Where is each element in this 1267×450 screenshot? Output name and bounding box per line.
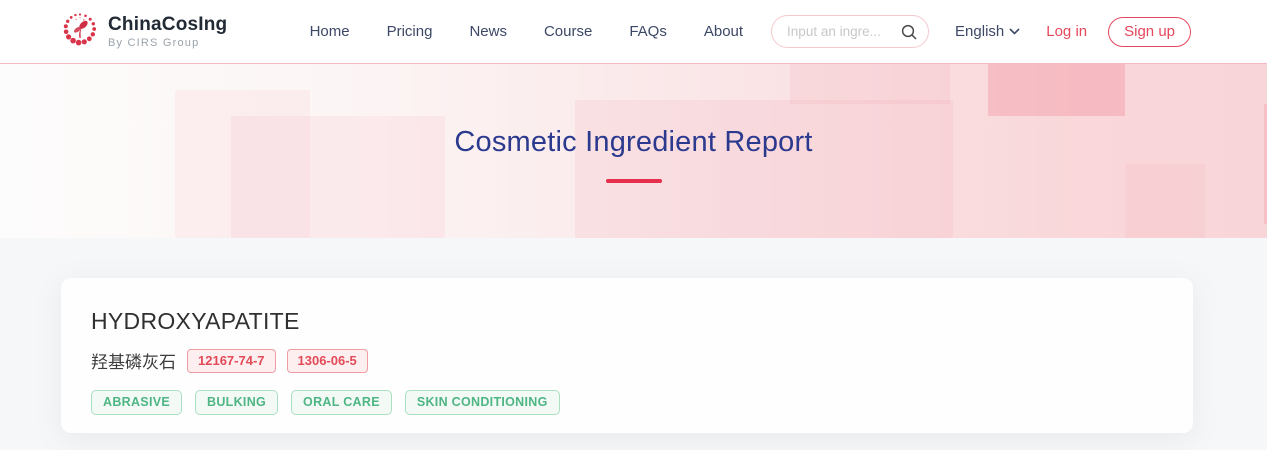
- ingredient-chinese-name: 羟基磷灰石: [91, 348, 176, 373]
- nav-item-pricing[interactable]: Pricing: [387, 23, 433, 40]
- function-tag-bulking[interactable]: BULKING: [195, 390, 278, 415]
- title-underline: [606, 179, 662, 183]
- page-title: Cosmetic Ingredient Report: [454, 126, 812, 159]
- chinacosing-logo-icon: [60, 9, 100, 55]
- logo-title: ChinaCosIng: [108, 14, 227, 36]
- signup-button[interactable]: Sign up: [1108, 17, 1191, 47]
- cas-number-badge[interactable]: 1306-06-5: [287, 349, 368, 373]
- ingredient-name: HYDROXYAPATITE: [91, 308, 1163, 335]
- logo[interactable]: ChinaCosIng By CIRS Group: [60, 9, 227, 55]
- function-tag-skin-conditioning[interactable]: SKIN CONDITIONING: [405, 390, 560, 415]
- logo-subtitle: By CIRS Group: [108, 37, 227, 49]
- function-tag-abrasive[interactable]: ABRASIVE: [91, 390, 182, 415]
- function-tag-oral-care[interactable]: ORAL CARE: [291, 390, 392, 415]
- main-nav: Home Pricing News Course FAQs About: [310, 23, 743, 40]
- login-link[interactable]: Log in: [1046, 23, 1087, 40]
- language-label: English: [955, 23, 1004, 40]
- cas-number-badge[interactable]: 12167-74-7: [187, 349, 276, 373]
- language-selector[interactable]: English: [955, 23, 1020, 40]
- nav-item-about[interactable]: About: [704, 23, 743, 40]
- ingredient-search[interactable]: [771, 15, 929, 48]
- ingredient-card: HYDROXYAPATITE 羟基磷灰石 12167-74-7 1306-06-…: [61, 278, 1193, 433]
- nav-item-home[interactable]: Home: [310, 23, 350, 40]
- search-icon[interactable]: [900, 23, 918, 41]
- nav-item-news[interactable]: News: [469, 23, 507, 40]
- search-input[interactable]: [787, 24, 899, 39]
- nav-item-faqs[interactable]: FAQs: [629, 23, 667, 40]
- function-tags-row: ABRASIVE BULKING ORAL CARE SKIN CONDITIO…: [91, 390, 1163, 415]
- main-content: HYDROXYAPATITE 羟基磷灰石 12167-74-7 1306-06-…: [0, 238, 1267, 450]
- nav-item-course[interactable]: Course: [544, 23, 592, 40]
- hero-banner: Cosmetic Ingredient Report: [0, 64, 1267, 238]
- logo-text: ChinaCosIng By CIRS Group: [108, 14, 227, 49]
- header: ChinaCosIng By CIRS Group Home Pricing N…: [0, 0, 1267, 64]
- cas-row: 羟基磷灰石 12167-74-7 1306-06-5: [91, 348, 1163, 373]
- chevron-down-icon: [1009, 28, 1020, 35]
